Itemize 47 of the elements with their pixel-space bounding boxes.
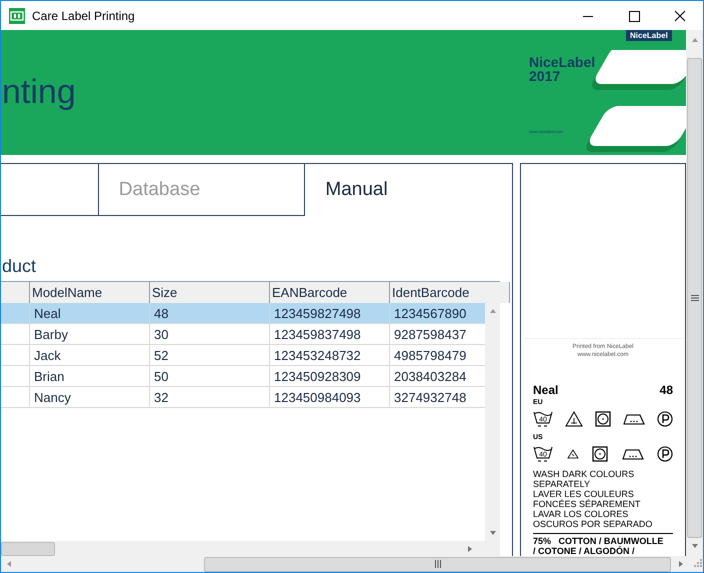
model-name: Neal (533, 383, 558, 397)
scroll-up-icon[interactable] (690, 36, 698, 44)
scroll-right-icon[interactable] (466, 544, 474, 552)
scroll-thumb[interactable] (687, 58, 702, 538)
table-cell: 123450984093 (270, 387, 390, 408)
iron-icon (622, 448, 644, 460)
scroll-thumb[interactable] (1, 542, 55, 556)
grip-icon (690, 295, 698, 301)
scroll-left-icon[interactable] (5, 560, 13, 568)
scroll-up-icon[interactable] (488, 307, 496, 315)
window-title: Care Label Printing (32, 8, 135, 22)
table-cell: Nancy (30, 387, 150, 408)
table-row[interactable]: Brian 50 123450928309 2038403284 (1, 366, 485, 387)
care-instructions: WASH DARK COLOURS SEPARATELY LAVER LES COULEURS FONCÉES SÉPAREMENT LAVAR LOS COLORES OSCUROS POR SEPARADO (533, 469, 654, 529)
table-row[interactable]: Jack 52 123453248732 4985798479 (1, 345, 485, 366)
iron-icon (623, 413, 645, 425)
column-header[interactable]: EANBarcode (270, 282, 390, 303)
section-heading: duct (2, 256, 38, 277)
table-row[interactable]: Nancy 32 123450984093 3274932748 (1, 387, 485, 408)
grip-icon (434, 560, 441, 568)
triangle-icon (565, 411, 583, 427)
scroll-thumb[interactable] (204, 556, 672, 572)
scroll-down-icon[interactable] (488, 529, 496, 537)
product-name: NiceLabel (529, 55, 596, 69)
tumble-dry-icon (592, 446, 608, 462)
table-cell: 32 (150, 387, 270, 408)
table-row[interactable]: Barby 30 123459837498 9287598437 (1, 324, 485, 345)
column-header[interactable]: IdentBarcode (390, 282, 510, 303)
model-size: 48 (660, 383, 673, 397)
scroll-down-icon[interactable] (690, 542, 698, 550)
dry-clean-icon (657, 446, 673, 462)
product-year: 2017 (529, 69, 562, 83)
composition-continued: / COTONE / ALGODÓN / (533, 546, 636, 556)
triangle-icon (566, 449, 578, 459)
column-header[interactable]: Size (150, 282, 270, 303)
table-row[interactable]: Neal 48 123459827498 1234567890 (1, 303, 485, 324)
app-icon (9, 8, 25, 24)
composition-text: 75% COTTON / BAUMWOLLE (533, 536, 664, 546)
size-grip-icon[interactable] (691, 558, 703, 570)
tumble-dry-icon (595, 411, 611, 427)
vertical-scrollbar[interactable] (686, 30, 703, 556)
logo-badge: NiceLabel (626, 30, 672, 41)
column-header[interactable]: ModelName (30, 282, 150, 303)
scroll-right-icon[interactable] (677, 560, 686, 568)
banner-heading: nting (2, 73, 76, 112)
horizontal-scrollbar[interactable] (1, 556, 703, 572)
dry-clean-icon (657, 411, 673, 427)
